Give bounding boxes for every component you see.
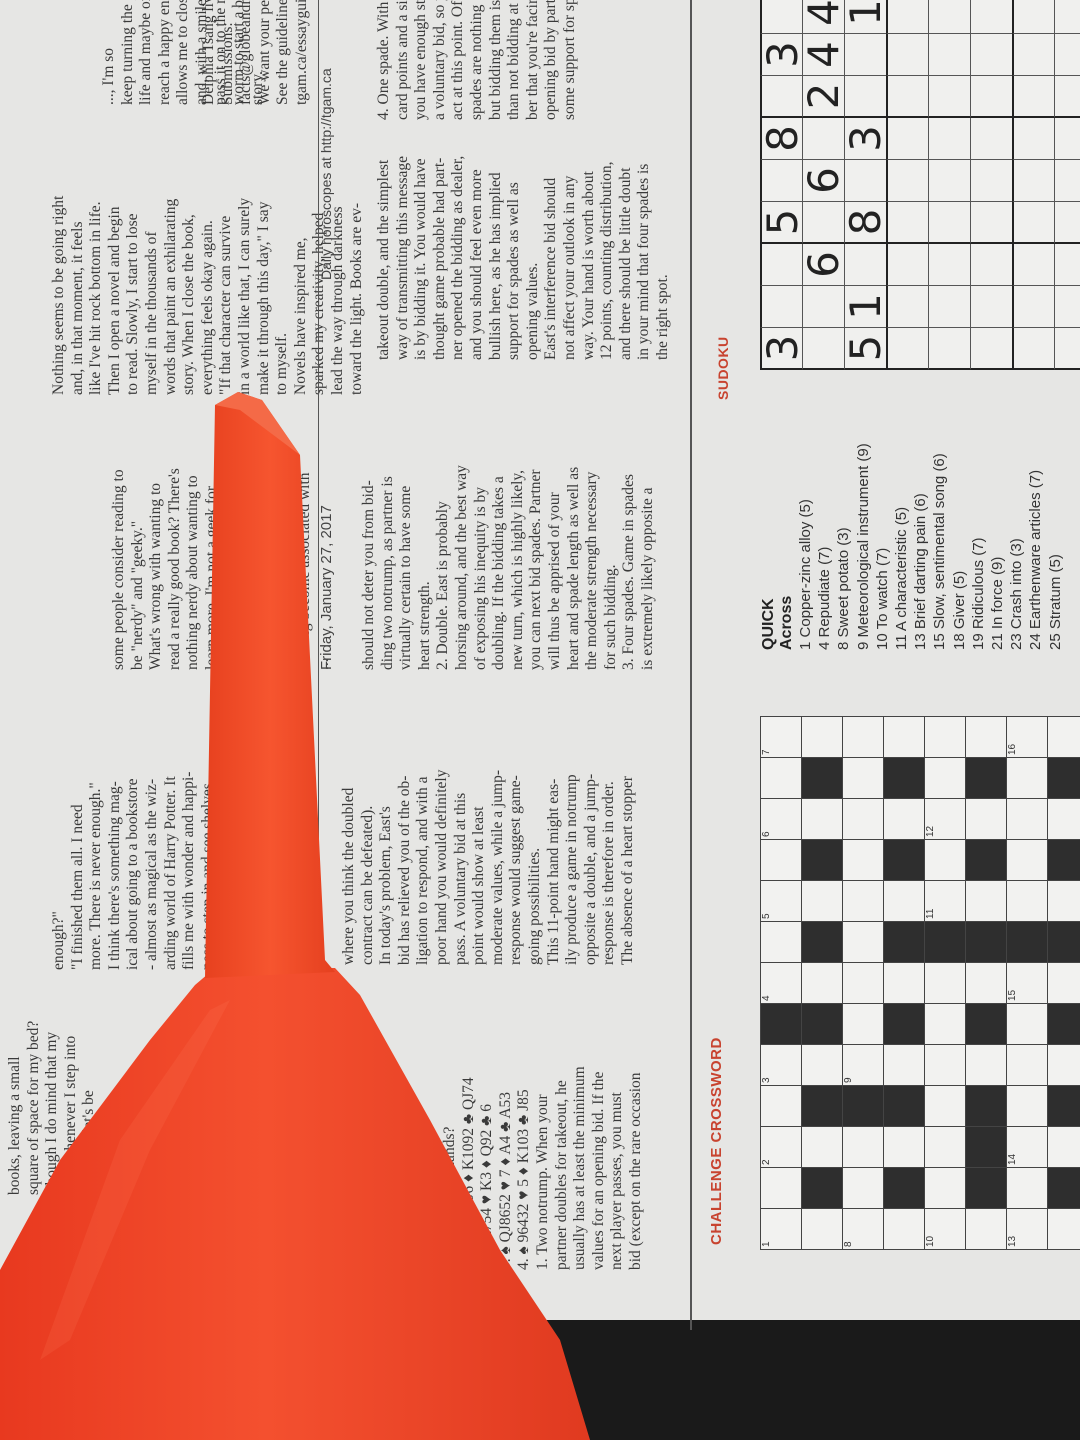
funnel-cone [0, 968, 590, 1440]
funnel-spout [205, 392, 335, 978]
orange-funnel [0, 392, 590, 1440]
photo-scene: books, leaving a small square of space fo… [0, 0, 1080, 1440]
